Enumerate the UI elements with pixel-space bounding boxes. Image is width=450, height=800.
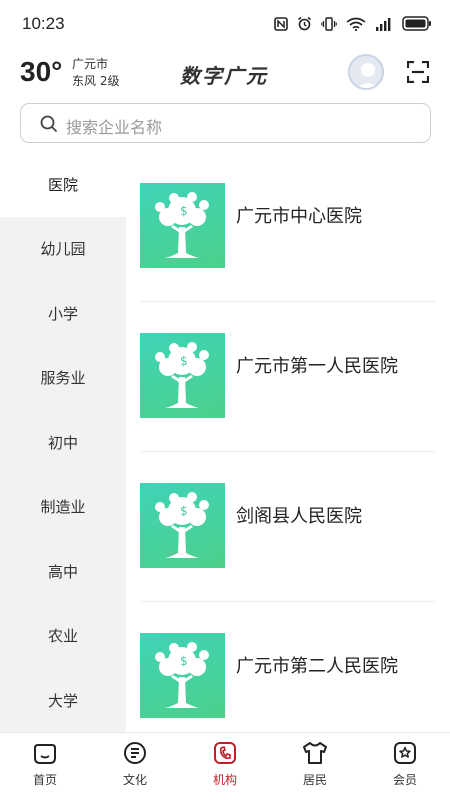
bottom-navigation: 首页 文化 机构 居民 会员 xyxy=(0,732,450,800)
category-label: 幼儿园 xyxy=(40,240,86,259)
category-item[interactable]: 大学 xyxy=(0,668,126,733)
money-tree-icon: $ xyxy=(155,492,209,558)
institution-thumbnail: $ xyxy=(140,183,225,268)
battery-icon xyxy=(402,16,431,31)
nav-culture[interactable]: 文化 xyxy=(90,733,180,800)
weather-location: 广元市 东风 2级 xyxy=(72,56,119,90)
institution-name: 广元市中心医院 xyxy=(236,206,362,227)
money-tree-icon: $ xyxy=(155,642,209,708)
home-icon xyxy=(34,744,56,764)
list-item[interactable]: $ 剑阁县人民医院 xyxy=(140,452,436,602)
weather-temperature: 30° xyxy=(20,56,63,87)
member-icon xyxy=(394,742,416,764)
weather-wind: 东风 2级 xyxy=(72,74,120,88)
nav-home[interactable]: 首页 xyxy=(0,733,90,800)
category-label: 初中 xyxy=(47,433,78,452)
app-header: 30° 广元市 东风 2级 数字广元 xyxy=(0,50,450,98)
money-tree-icon: $ xyxy=(155,342,209,408)
category-label: 医院 xyxy=(47,175,78,194)
search-placeholder: 搜索企业名称 xyxy=(66,118,163,137)
category-label: 制造业 xyxy=(40,498,86,517)
avatar[interactable] xyxy=(348,54,384,90)
nav-member[interactable]: 会员 xyxy=(360,733,450,800)
category-label: 小学 xyxy=(47,304,78,323)
category-label: 服务业 xyxy=(40,369,86,388)
list-item[interactable]: $ 广元市中心医院 xyxy=(140,152,436,302)
user-avatar-icon xyxy=(357,63,379,88)
nav-resident[interactable]: 居民 xyxy=(270,733,360,800)
category-item[interactable]: 小学 xyxy=(0,281,126,346)
money-tree-icon: $ xyxy=(155,192,209,258)
category-item[interactable]: 制造业 xyxy=(0,475,126,540)
culture-icon xyxy=(124,742,146,764)
category-item[interactable]: 幼儿园 xyxy=(0,217,126,282)
category-item[interactable]: 初中 xyxy=(0,410,126,475)
category-item[interactable]: 服务业 xyxy=(0,346,126,411)
institution-name: 剑阁县人民医院 xyxy=(236,506,362,527)
status-bar: 10:23 xyxy=(0,0,450,50)
nav-label: 首页 xyxy=(32,773,57,787)
category-label: 大学 xyxy=(47,691,78,710)
category-label: 高中 xyxy=(47,562,78,581)
nav-label: 会员 xyxy=(392,773,417,787)
institution-icon xyxy=(214,742,236,764)
search-icon xyxy=(40,115,58,133)
weather-city: 广元市 xyxy=(72,57,109,71)
vibrate-icon xyxy=(321,16,337,31)
app-title: 数字广元 xyxy=(180,64,268,88)
nfc-icon xyxy=(274,16,288,31)
list-item[interactable]: $ 广元市第二人民医院 xyxy=(140,602,436,732)
category-item[interactable]: 农业 xyxy=(0,604,126,669)
wifi-icon xyxy=(346,17,366,31)
category-item[interactable]: 医院 xyxy=(0,152,126,217)
status-icons xyxy=(274,16,432,31)
list-item[interactable]: $ 广元市第一人民医院 xyxy=(140,302,436,452)
scan-icon[interactable] xyxy=(407,61,429,83)
nav-institution[interactable]: 机构 xyxy=(180,733,270,800)
institution-thumbnail: $ xyxy=(140,333,225,418)
institution-thumbnail: $ xyxy=(140,633,225,718)
svg-text:$: $ xyxy=(180,204,188,218)
svg-text:$: $ xyxy=(180,654,188,668)
alarm-icon xyxy=(298,16,311,31)
resident-icon xyxy=(303,742,327,764)
institution-name: 广元市第二人民医院 xyxy=(236,656,398,677)
nav-label: 居民 xyxy=(302,773,327,787)
institution-name: 广元市第一人民医院 xyxy=(236,356,398,377)
category-sidebar: 医院 幼儿园 小学 服务业 初中 制造业 高中 农业 大学 xyxy=(0,152,126,732)
category-item[interactable]: 高中 xyxy=(0,539,126,604)
search-input[interactable]: 搜索企业名称 xyxy=(20,103,431,143)
status-time: 10:23 xyxy=(22,14,65,33)
svg-text:$: $ xyxy=(180,354,188,368)
institution-list: $ 广元市中心医院 $ 广元市第一人民医院 $ 剑阁县人民医院 $ 广元市第二人… xyxy=(140,152,436,732)
nav-label: 文化 xyxy=(122,773,147,787)
svg-text:$: $ xyxy=(180,504,188,518)
signal-icon xyxy=(376,17,391,31)
nav-label: 机构 xyxy=(212,773,237,787)
institution-thumbnail: $ xyxy=(140,483,225,568)
category-label: 农业 xyxy=(47,627,78,646)
